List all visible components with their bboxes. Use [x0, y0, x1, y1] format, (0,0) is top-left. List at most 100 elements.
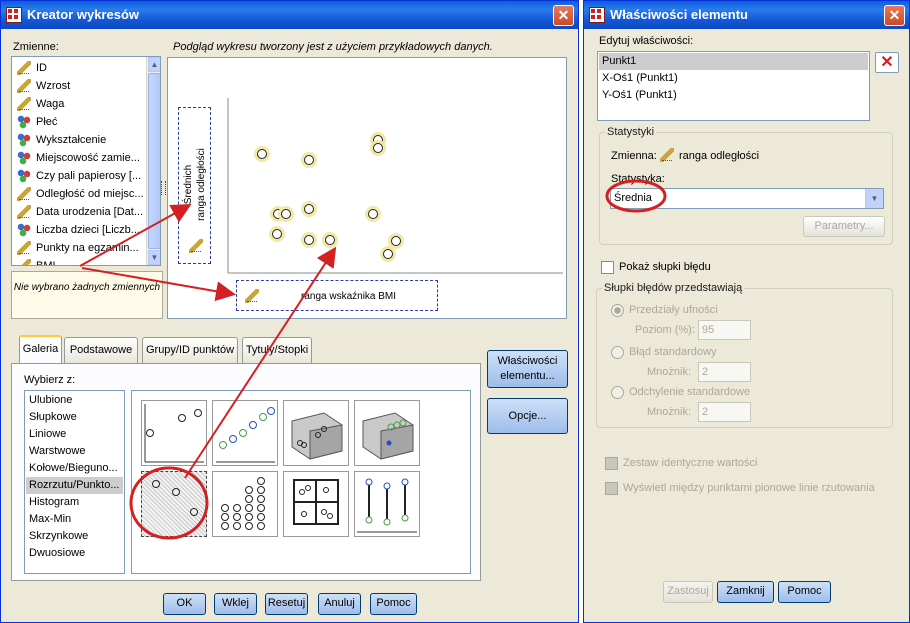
variables-scrollbar[interactable]: ▲ ▼ — [146, 57, 160, 265]
variable-item[interactable]: ID — [12, 59, 145, 77]
scale-ruler-icon — [189, 239, 203, 253]
spss-app-icon — [589, 7, 605, 23]
chart-type-item[interactable]: Dwuosiowe — [26, 545, 123, 562]
x-axis-drop-zone[interactable]: ranga wskaźnika BMI — [236, 280, 438, 311]
element-item[interactable]: X-Oś1 (Punkt1) — [599, 70, 868, 87]
scroll-thumb[interactable] — [148, 73, 160, 249]
scroll-up-icon[interactable]: ▲ — [148, 57, 160, 72]
dotplot-dot — [257, 513, 265, 521]
preview-point — [373, 143, 383, 153]
grouped-3d-scatter-thumbnail[interactable] — [354, 400, 420, 466]
chart-type-item[interactable]: Słupkowe — [26, 409, 123, 426]
variable-label: Wykształcenie — [36, 134, 107, 146]
paste-button[interactable]: Wklej — [214, 593, 257, 615]
grouped-scatter-thumbnail[interactable] — [212, 400, 278, 466]
variable-label: Zmienna: — [611, 150, 657, 162]
simple-dot-plot-thumbnail[interactable] — [212, 471, 278, 537]
nominal-icon — [17, 115, 31, 129]
dotplot-dot — [245, 495, 253, 503]
ci-radio[interactable] — [611, 304, 624, 317]
chart-type-list[interactable]: Ulubione Słupkowe Liniowe Warstwowe Kołowe/B… — [24, 390, 125, 574]
close-icon[interactable]: ✕ — [884, 5, 905, 26]
simple-scatter-thumbnail[interactable] — [141, 400, 207, 466]
sd-radio[interactable] — [611, 386, 624, 399]
scale-ruler-icon — [245, 289, 259, 303]
dotplot-dot — [257, 486, 265, 494]
3d-scatter-thumbnail[interactable] — [283, 400, 349, 466]
nominal-icon — [17, 151, 31, 165]
sd-label: Odchylenie standardowe — [629, 386, 751, 398]
chart-preview-canvas[interactable]: Średnich ranga odległości ranga wskaźnik… — [167, 57, 567, 319]
nominal-icon — [17, 169, 31, 183]
chart-type-item[interactable]: Skrzynkowe — [26, 528, 123, 545]
chart-type-item[interactable]: Histogram — [26, 494, 123, 511]
element-properties-button[interactable]: Właściwości elementu... — [487, 350, 568, 388]
drop-lines-label: Wyświetl między punktami pionowe linie r… — [623, 482, 875, 494]
variable-item[interactable]: Miejscowość zamie... — [12, 149, 145, 167]
scale-ruler-icon — [17, 187, 31, 201]
dotplot-dot — [233, 513, 241, 521]
chart-thumbnails-panel[interactable] — [131, 390, 471, 574]
close-button[interactable]: Zamknij — [717, 581, 774, 603]
apply-button[interactable]: Zastosuj — [663, 581, 713, 603]
cancel-button[interactable]: Anuluj — [318, 593, 361, 615]
variable-label: Odległość od miejsc... — [36, 188, 144, 200]
element-item[interactable]: Punkt1 — [599, 53, 868, 70]
options-button[interactable]: Opcje... — [487, 398, 568, 434]
elements-list[interactable]: Punkt1 X-Oś1 (Punkt1) Y-Oś1 (Punkt1) — [597, 51, 870, 121]
variable-label: Czy pali papierosy [... — [36, 170, 142, 182]
show-error-bars-checkbox[interactable] — [601, 261, 614, 274]
variable-item[interactable]: Liczba dzieci [Liczb... — [12, 221, 145, 239]
variable-item[interactable]: Wykształcenie — [12, 131, 145, 149]
dotplot-dot — [245, 504, 253, 512]
dotplot-dot — [233, 522, 241, 530]
se-radio[interactable] — [611, 346, 624, 359]
dotplot-dot — [257, 495, 265, 503]
tab-1[interactable]: Galeria — [19, 335, 62, 363]
se-multiplier-input[interactable]: 2 — [698, 362, 751, 382]
variable-item[interactable]: Płeć — [12, 113, 145, 131]
sd-multiplier-input[interactable]: 2 — [698, 402, 751, 422]
scatter-matrix-thumbnail[interactable] — [283, 471, 349, 537]
help-button[interactable]: Pomoc — [778, 581, 831, 603]
statistic-dropdown[interactable]: Średnia ▼ — [610, 188, 884, 209]
splitter-grip[interactable] — [161, 181, 166, 195]
stack-identical-label: Zestaw identyczne wartości — [623, 457, 758, 469]
reset-button[interactable]: Resetuj — [265, 593, 308, 615]
chart-type-item[interactable]: Liniowe — [26, 426, 123, 443]
preview-point — [304, 235, 314, 245]
tab-2[interactable]: Podstawowe — [64, 337, 138, 363]
chart-type-item[interactable]: Ulubione — [26, 392, 123, 409]
chart-type-item[interactable]: Rozrzutu/Punkto... — [26, 477, 123, 494]
chevron-down-icon[interactable]: ▼ — [865, 189, 883, 208]
ok-button[interactable]: OK — [163, 593, 206, 615]
chart-type-item[interactable]: Max-Min — [26, 511, 123, 528]
help-button[interactable]: Pomoc — [370, 593, 417, 615]
tab-3[interactable]: Grupy/ID punktów — [142, 337, 238, 363]
y-axis-drop-zone[interactable]: Średnich ranga odległości — [178, 107, 211, 264]
level-input[interactable]: 95 — [698, 320, 751, 340]
variables-list[interactable]: ID Wzrost Waga Płeć Wykształcenie Miejscowość… — [11, 56, 161, 266]
variable-item[interactable]: Wzrost — [12, 77, 145, 95]
tab-4[interactable]: Tytuły/Stopki — [242, 337, 312, 363]
variable-label: Punkty na egzamin... — [36, 242, 139, 254]
variable-item[interactable]: BMI — [12, 257, 145, 265]
variables-label: Zmienne: — [13, 41, 59, 53]
scroll-down-icon[interactable]: ▼ — [148, 250, 160, 265]
chart-type-item[interactable]: Kołowe/Bieguno... — [26, 460, 123, 477]
variable-item[interactable]: Punkty na egzamin... — [12, 239, 145, 257]
close-icon[interactable]: ✕ — [553, 5, 574, 26]
variable-item[interactable]: Odległość od miejsc... — [12, 185, 145, 203]
variable-item[interactable]: Czy pali papierosy [... — [12, 167, 145, 185]
stack-identical-checkbox[interactable] — [605, 457, 618, 470]
chart-type-item[interactable]: Warstwowe — [26, 443, 123, 460]
dotplot-dot — [245, 513, 253, 521]
summary-point-thumbnail[interactable] — [141, 471, 207, 537]
parameters-button[interactable]: Parametry... — [803, 216, 885, 237]
drop-line-thumbnail[interactable] — [354, 471, 420, 537]
element-item[interactable]: Y-Oś1 (Punkt1) — [599, 87, 868, 104]
delete-element-button[interactable]: ✕ — [875, 52, 899, 73]
variable-item[interactable]: Waga — [12, 95, 145, 113]
drop-lines-checkbox[interactable] — [605, 482, 618, 495]
variable-item[interactable]: Data urodzenia [Dat... — [12, 203, 145, 221]
